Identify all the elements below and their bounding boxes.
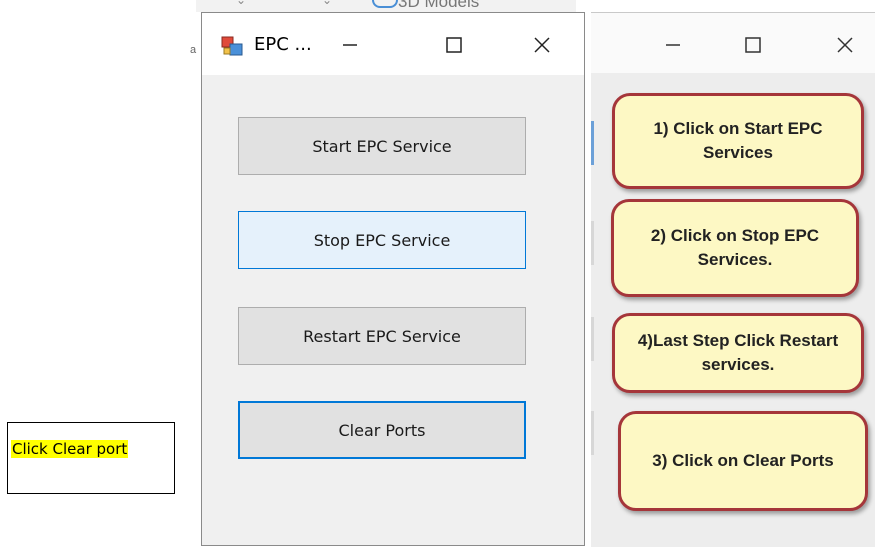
- guide-close-button[interactable]: [827, 25, 863, 65]
- background-edge-mark: [591, 411, 594, 455]
- minimize-button[interactable]: [330, 25, 370, 65]
- minimize-icon: [343, 44, 357, 46]
- dialog-titlebar[interactable]: EPC ...: [202, 13, 584, 75]
- step-callout: 2) Click on Stop EPC Services.: [611, 199, 859, 297]
- maximize-icon: [446, 37, 462, 53]
- guide-window: 1) Click on Start EPC Services 2) Click …: [591, 12, 875, 547]
- background-edge-mark: [591, 317, 594, 361]
- background-edge-mark: [591, 121, 594, 165]
- 3d-objects-icon: [372, 0, 398, 8]
- chevron-down-icon: ⌄: [236, 0, 247, 7]
- step-callout: 4)Last Step Click Restart services.: [612, 313, 864, 393]
- app-window-icon: [221, 36, 243, 56]
- step-callout: 1) Click on Start EPC Services: [612, 93, 864, 189]
- clear-ports-button[interactable]: Clear Ports: [238, 401, 526, 459]
- minimize-icon: [666, 44, 680, 46]
- maximize-button[interactable]: [434, 25, 474, 65]
- start-epc-service-button[interactable]: Start EPC Service: [238, 117, 526, 175]
- stop-epc-service-button[interactable]: Stop EPC Service: [238, 211, 526, 269]
- guide-minimize-button[interactable]: [655, 25, 691, 65]
- maximize-icon: [745, 37, 761, 53]
- dialog-title: EPC ...: [254, 34, 312, 55]
- epc-dialog-window: EPC ... Start EPC Service Stop EPC Servi…: [201, 12, 585, 546]
- close-icon: [837, 37, 853, 53]
- restart-epc-service-button[interactable]: Restart EPC Service: [238, 307, 526, 365]
- annotation-box: Click Clear port: [7, 422, 175, 494]
- close-button[interactable]: [522, 25, 562, 65]
- background-tab-label: 3D Models: [398, 0, 480, 11]
- chevron-down-icon: ⌄: [322, 0, 333, 7]
- close-icon: [534, 37, 550, 53]
- guide-maximize-button[interactable]: [735, 25, 771, 65]
- background-edge-text: a: [190, 44, 197, 56]
- background-edge-mark: [591, 221, 594, 265]
- guide-titlebar[interactable]: [591, 13, 875, 73]
- step-callout: 3) Click on Clear Ports: [618, 411, 868, 511]
- annotation-label: Click Clear port: [11, 440, 129, 458]
